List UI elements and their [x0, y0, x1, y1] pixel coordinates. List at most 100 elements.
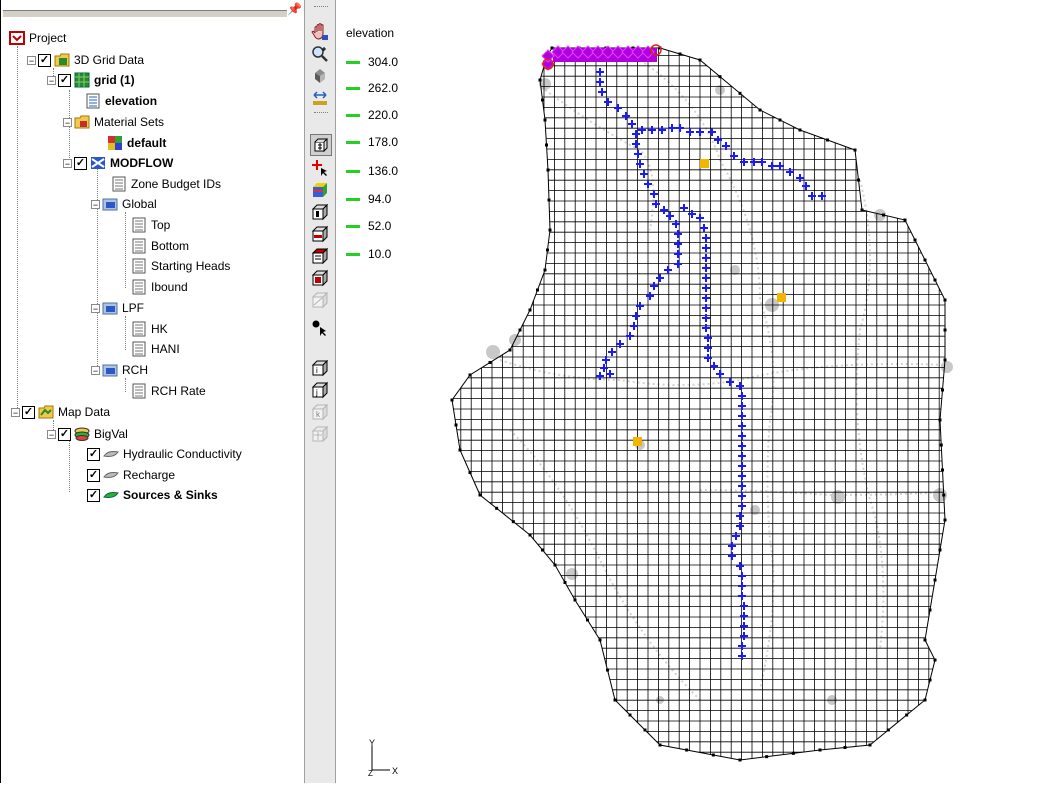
tree-item-global[interactable]: − Global: [91, 194, 157, 214]
toolbar-grip[interactable]: [314, 112, 328, 115]
collapse-toggle[interactable]: −: [47, 429, 56, 439]
river-marker: [736, 382, 744, 390]
explorer-scroll-track[interactable]: [3, 10, 287, 18]
tree-item-map-data[interactable]: − ✓ Map Data: [11, 402, 110, 422]
cell-j-icon[interactable]: j: [310, 380, 330, 400]
river-marker: [702, 324, 710, 332]
boundary-vertex: [905, 713, 909, 717]
river-marker: [598, 88, 606, 96]
select-k-icon[interactable]: [310, 246, 330, 266]
tree-line: [17, 46, 18, 412]
tree-item-recharge[interactable]: ✓ Recharge: [87, 465, 175, 485]
collapse-toggle[interactable]: −: [63, 158, 72, 168]
contour-options-icon[interactable]: [310, 180, 330, 200]
folder-grid-icon: [54, 53, 70, 67]
boundary-vertex: [538, 78, 542, 82]
graphics-window[interactable]: [336, 0, 1038, 783]
tree-item-grid[interactable]: − ✓ grid (1): [47, 70, 135, 90]
collapse-toggle[interactable]: −: [11, 407, 20, 417]
toolbar-grip[interactable]: [314, 6, 328, 9]
select-i-icon[interactable]: [310, 202, 330, 222]
cross-section-icon[interactable]: [310, 424, 330, 444]
cell-i-icon[interactable]: i: [310, 358, 330, 378]
river-marker: [738, 452, 746, 460]
cell-k-icon[interactable]: k: [310, 402, 330, 422]
tree-item-bigval[interactable]: − ✓ BigVal: [47, 424, 128, 444]
pan-tool-icon[interactable]: [310, 22, 330, 42]
river-marker: [738, 572, 746, 580]
collapse-toggle[interactable]: −: [47, 75, 56, 85]
legend-swatch: [346, 140, 360, 144]
pin-icon[interactable]: 📌: [287, 2, 302, 16]
tree-item-material-sets[interactable]: − Material Sets: [63, 112, 164, 132]
river-marker: [676, 124, 684, 132]
river-marker: [700, 224, 708, 232]
collapse-toggle[interactable]: −: [91, 365, 100, 375]
visibility-checkbox[interactable]: ✓: [38, 53, 51, 67]
river-marker: [622, 112, 630, 120]
boundary-vertices: [450, 46, 947, 762]
tree-item-project[interactable]: Project: [9, 28, 66, 48]
boundary-vertex: [528, 533, 532, 537]
visibility-checkbox[interactable]: ✓: [58, 73, 71, 87]
tree-item-hk[interactable]: HK: [131, 319, 168, 339]
visibility-checkbox[interactable]: ✓: [87, 488, 100, 502]
tree-label: Hydraulic Conductivity: [123, 447, 242, 461]
river-marker: [786, 168, 794, 176]
background-map-features: [499, 59, 946, 701]
tree-item-zone-budget-ids[interactable]: Zone Budget IDs: [111, 174, 221, 194]
tree-label: Project: [29, 31, 67, 45]
visibility-checkbox[interactable]: ✓: [22, 405, 35, 419]
visibility-checkbox[interactable]: ✓: [87, 468, 100, 482]
model-view[interactable]: [336, 0, 1038, 783]
tree-item-hydraulic-conductivity[interactable]: ✓ Hydraulic Conductivity: [87, 444, 242, 464]
collapse-toggle[interactable]: −: [91, 303, 100, 313]
river-marker: [674, 240, 682, 248]
oblique-view-icon[interactable]: [310, 290, 330, 310]
tree-item-sources-sinks[interactable]: ✓ Sources & Sinks: [87, 485, 218, 505]
rotate-tool-icon[interactable]: [310, 66, 330, 86]
select-object-icon[interactable]: [310, 318, 330, 338]
tree-item-starting-heads[interactable]: Starting Heads: [131, 256, 230, 276]
zoom-tool-icon[interactable]: [310, 44, 330, 64]
tree-item-lpf[interactable]: − LPF: [91, 298, 144, 318]
river-marker: [660, 206, 668, 214]
tree-item-elevation[interactable]: elevation: [85, 91, 157, 111]
frame-tool-icon[interactable]: [310, 88, 330, 108]
tree-item-modflow[interactable]: − ✓ MODFLOW: [63, 153, 173, 173]
collapse-toggle[interactable]: −: [63, 117, 72, 127]
legend-swatch: [346, 86, 360, 90]
visibility-checkbox[interactable]: ✓: [87, 447, 100, 461]
boundary-vertex: [478, 493, 482, 497]
visibility-checkbox[interactable]: ✓: [74, 156, 87, 170]
select-j-icon[interactable]: [310, 224, 330, 244]
boundary-vertex: [573, 598, 577, 602]
boundary-vertex: [738, 758, 742, 762]
river-marker: [738, 502, 746, 510]
display-options-icon[interactable]: [310, 134, 332, 156]
tree-item-top[interactable]: Top: [131, 215, 170, 235]
tree-item-3d-grid-data[interactable]: − ✓ 3D Grid Data: [27, 50, 144, 70]
collapse-toggle[interactable]: −: [27, 55, 36, 65]
select-cell-icon[interactable]: [310, 158, 330, 178]
river-marker: [596, 68, 604, 76]
river-marker: [726, 378, 734, 386]
river-marker: [596, 78, 604, 86]
tree-item-ibound[interactable]: Ibound: [131, 277, 188, 297]
collapse-toggle[interactable]: −: [91, 199, 100, 209]
dataset-icon: [132, 238, 146, 254]
tree-item-hani[interactable]: HANI: [131, 339, 180, 359]
legend-entry: 220.0: [346, 108, 398, 122]
tree-item-default[interactable]: default: [107, 133, 166, 153]
river-marker: [668, 124, 676, 132]
legend-entry: 136.0: [346, 164, 398, 178]
tree-label: RCH Rate: [151, 384, 206, 398]
boundary-vertex: [938, 418, 942, 422]
boundary-vertex: [758, 108, 762, 112]
tree-item-rch[interactable]: − RCH: [91, 360, 148, 380]
ortho-view-icon[interactable]: [310, 268, 330, 288]
tree-item-bottom[interactable]: Bottom: [131, 236, 189, 256]
grid-icon: [74, 72, 90, 88]
tree-item-rch-rate[interactable]: RCH Rate: [131, 381, 206, 401]
visibility-checkbox[interactable]: ✓: [58, 427, 71, 441]
